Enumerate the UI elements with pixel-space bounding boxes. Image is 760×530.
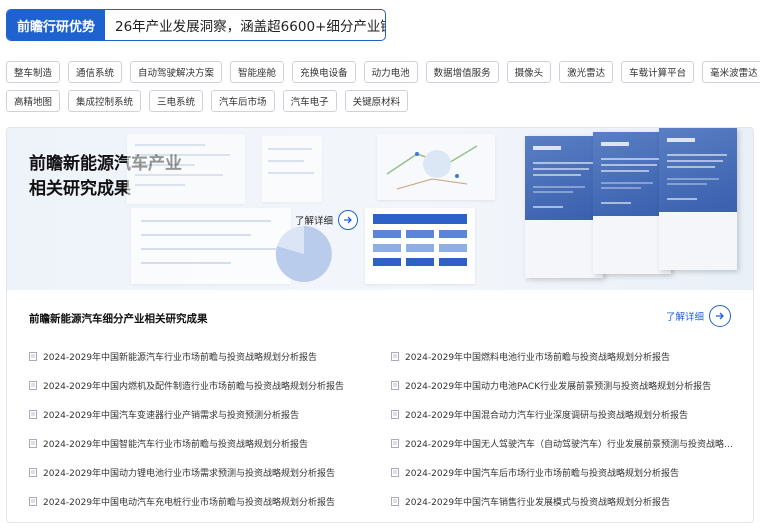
report-cover-image [525, 136, 603, 278]
industry-tag-list: 整车制造 通信系统 自动驾驶解决方案 智能座舱 充换电设备 动力电池 数据增值服… [6, 61, 760, 119]
report-preview-image [262, 136, 322, 202]
document-icon [29, 439, 37, 448]
tag-charging-swapping-equipment[interactable]: 充换电设备 [292, 61, 356, 83]
research-list-heading: 前瞻新能源汽车细分产业相关研究成果 [29, 313, 208, 325]
tag-row: 高精地图 集成控制系统 三电系统 汽车后市场 汽车电子 关键原材料 [6, 90, 746, 112]
tag-hd-map[interactable]: 高精地图 [6, 90, 61, 112]
document-icon [29, 497, 37, 506]
document-icon [391, 410, 399, 419]
report-row: 2024-2029年中国内燃机及配件制造行业市场前瞻与投资战略规划分析报告 20… [29, 371, 735, 400]
tag-mmwave-radar[interactable]: 毫米波雷达 [702, 61, 760, 83]
tag-three-electric-system[interactable]: 三电系统 [149, 90, 204, 112]
report-link[interactable]: 2024-2029年中国无人驾驶汽车（自动驾驶汽车）行业发展前景预测与投资战略规… [391, 437, 735, 450]
tag-vehicle-manufacturing[interactable]: 整车制造 [6, 61, 61, 83]
document-icon [391, 439, 399, 448]
tag-communication-system[interactable]: 通信系统 [68, 61, 123, 83]
report-link[interactable]: 2024-2029年中国汽车后市场行业市场前瞻与投资战略规划分析报告 [391, 466, 735, 479]
report-link[interactable]: 2024-2029年中国智能汽车行业市场前瞻与投资战略规划分析报告 [29, 437, 391, 450]
document-icon [29, 468, 37, 477]
advantage-banner: 前瞻行研优势 26年产业发展洞察，涵盖超6600+细分产业链 [6, 9, 386, 41]
tag-aftermarket[interactable]: 汽车后市场 [211, 90, 275, 112]
tag-data-value-added-service[interactable]: 数据增值服务 [425, 61, 499, 83]
document-icon [29, 410, 37, 419]
report-row: 2024-2029年中国智能汽车行业市场前瞻与投资战略规划分析报告 2024-2… [29, 429, 735, 458]
document-icon [391, 381, 399, 390]
advantage-badge: 前瞻行研优势 [7, 10, 105, 40]
document-icon [29, 381, 37, 390]
tag-power-battery[interactable]: 动力电池 [363, 61, 418, 83]
report-row: 2024-2029年中国电动汽车充电桩行业市场前瞻与投资战略规划分析报告 202… [29, 487, 735, 516]
research-banner: 前瞻新能源汽车产业 相关研究成果 了解详细 [7, 128, 753, 290]
report-row: 2024-2029年中国动力锂电池行业市场需求预测与投资战略规划分析报告 202… [29, 458, 735, 487]
pie-preview-image [269, 224, 339, 288]
flowchart-preview-image [365, 208, 475, 284]
arrow-right-icon [338, 210, 359, 230]
report-link[interactable]: 2024-2029年中国混合动力汽车行业深度调研与投资战略规划分析报告 [391, 408, 735, 421]
research-card: 前瞻新能源汽车产业 相关研究成果 了解详细 前瞻新能源汽车细分产业相关研究成果 … [6, 127, 754, 523]
report-list: 2024-2029年中国新能源汽车行业市场前瞻与投资战略规划分析报告 2024-… [29, 342, 735, 516]
report-link[interactable]: 2024-2029年中国新能源汽车行业市场前瞻与投资战略规划分析报告 [29, 350, 391, 363]
tag-smart-cockpit[interactable]: 智能座舱 [230, 61, 285, 83]
document-icon [29, 352, 37, 361]
tag-automotive-electronics[interactable]: 汽车电子 [282, 90, 337, 112]
tag-camera[interactable]: 摄像头 [506, 61, 552, 83]
chart-preview-image [131, 208, 291, 284]
map-preview-image [377, 134, 495, 200]
arrow-right-icon [709, 305, 731, 327]
banner-more-link[interactable]: 了解详细 [295, 210, 359, 230]
document-icon [391, 497, 399, 506]
document-icon [391, 468, 399, 477]
report-link[interactable]: 2024-2029年中国汽车变速器行业产销需求与投资预测分析报告 [29, 408, 391, 421]
tag-lidar[interactable]: 激光雷达 [559, 61, 614, 83]
tag-integrated-control-system[interactable]: 集成控制系统 [68, 90, 142, 112]
advantage-tagline: 26年产业发展洞察，涵盖超6600+细分产业链 [115, 19, 386, 35]
list-more-link[interactable]: 了解详细 [666, 305, 731, 327]
report-cover-image [659, 128, 737, 270]
tag-key-raw-materials[interactable]: 关键原材料 [344, 90, 409, 112]
report-row: 2024-2029年中国新能源汽车行业市场前瞻与投资战略规划分析报告 2024-… [29, 342, 735, 371]
report-link[interactable]: 2024-2029年中国内燃机及配件制造行业市场前瞻与投资战略规划分析报告 [29, 379, 391, 392]
report-row: 2024-2029年中国汽车变速器行业产销需求与投资预测分析报告 2024-20… [29, 400, 735, 429]
tag-vehicle-computing-platform[interactable]: 车载计算平台 [621, 61, 695, 83]
tag-autonomous-driving-solution[interactable]: 自动驾驶解决方案 [130, 61, 223, 83]
report-link[interactable]: 2024-2029年中国电动汽车充电桩行业市场前瞻与投资战略规划分析报告 [29, 495, 391, 508]
report-preview-image [127, 134, 245, 204]
document-icon [391, 352, 399, 361]
report-link[interactable]: 2024-2029年中国燃料电池行业市场前瞻与投资战略规划分析报告 [391, 350, 735, 363]
report-link[interactable]: 2024-2029年中国汽车销售行业发展模式与投资战略规划分析报告 [391, 495, 735, 508]
report-link[interactable]: 2024-2029年中国动力锂电池行业市场需求预测与投资战略规划分析报告 [29, 466, 391, 479]
report-link[interactable]: 2024-2029年中国动力电池PACK行业发展前景预测与投资战略规划分析报告 [391, 379, 735, 392]
tag-row: 整车制造 通信系统 自动驾驶解决方案 智能座舱 充换电设备 动力电池 数据增值服… [6, 61, 760, 83]
